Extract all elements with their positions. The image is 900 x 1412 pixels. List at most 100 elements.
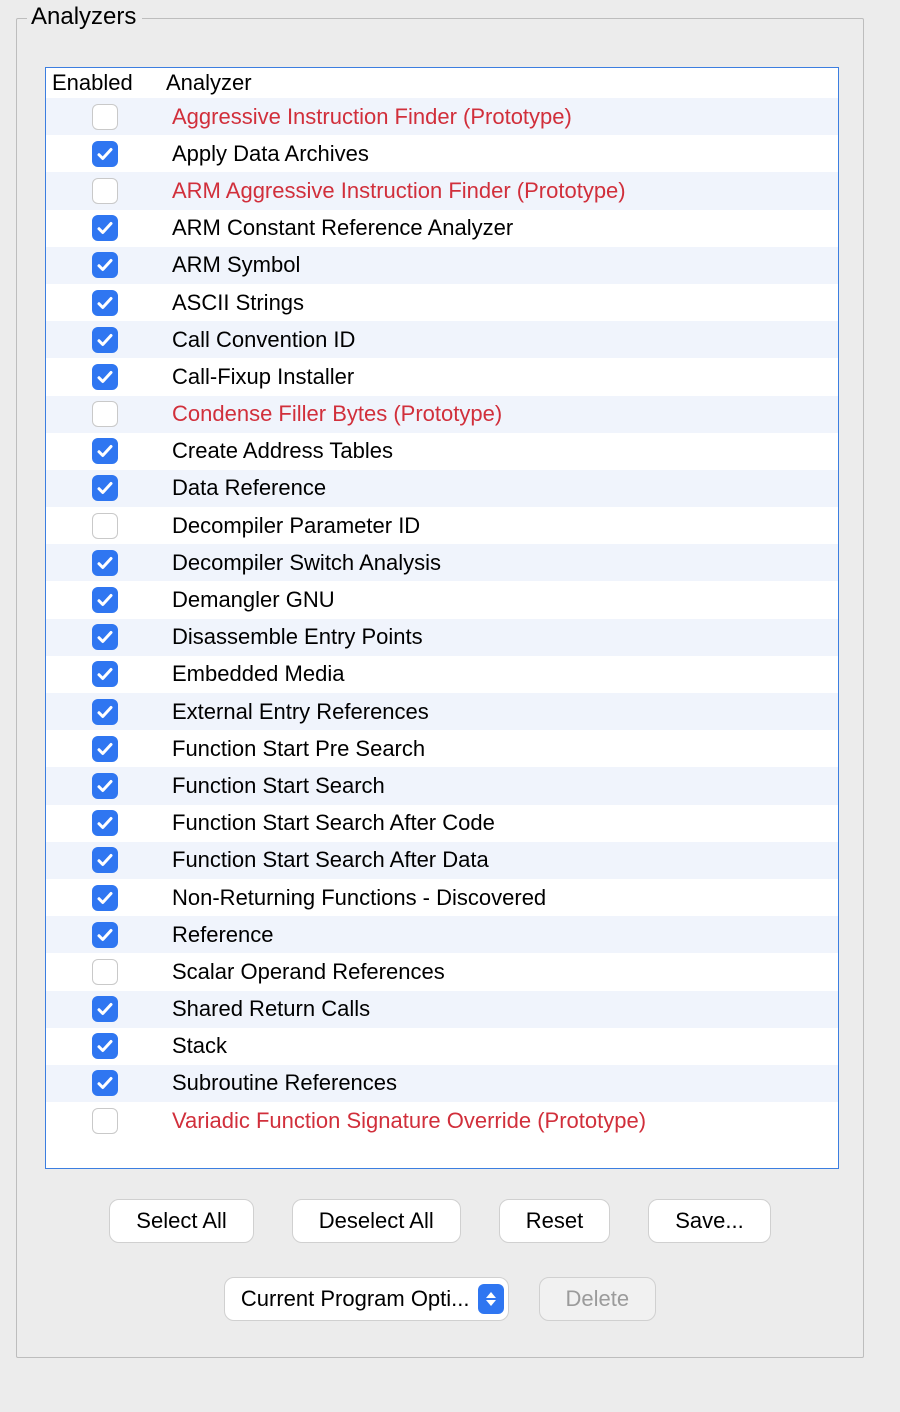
table-row[interactable]: Condense Filler Bytes (Prototype) [46,396,838,433]
table-row[interactable]: Reference [46,916,838,953]
analyzer-name: Scalar Operand References [164,959,838,985]
table-row[interactable]: Call-Fixup Installer [46,358,838,395]
enabled-checkbox[interactable] [92,364,118,390]
table-row[interactable]: ARM Aggressive Instruction Finder (Proto… [46,172,838,209]
table-row[interactable]: Function Start Search After Data [46,842,838,879]
enabled-checkbox[interactable] [92,215,118,241]
table-row[interactable]: Apply Data Archives [46,135,838,172]
deselect-all-button[interactable]: Deselect All [292,1199,461,1243]
enabled-cell [46,438,164,464]
analyzer-name: Function Start Pre Search [164,736,838,762]
enabled-checkbox[interactable] [92,401,118,427]
enabled-checkbox[interactable] [92,699,118,725]
enabled-checkbox[interactable] [92,327,118,353]
analyzer-name: Subroutine References [164,1070,838,1096]
enabled-cell [46,736,164,762]
analyzer-name: ARM Symbol [164,252,838,278]
enabled-checkbox[interactable] [92,624,118,650]
enabled-cell [46,699,164,725]
enabled-checkbox[interactable] [92,661,118,687]
enabled-checkbox[interactable] [92,178,118,204]
enabled-checkbox[interactable] [92,252,118,278]
analyzer-name: Function Start Search After Data [164,847,838,873]
enabled-checkbox[interactable] [92,1070,118,1096]
enabled-checkbox[interactable] [92,141,118,167]
table-row[interactable]: Function Start Pre Search [46,730,838,767]
table-row[interactable]: Embedded Media [46,656,838,693]
table-row[interactable]: Demangler GNU [46,581,838,618]
table-row[interactable]: Disassemble Entry Points [46,619,838,656]
options-combo[interactable]: Current Program Opti... [224,1277,509,1321]
enabled-cell [46,513,164,539]
table-row[interactable]: External Entry References [46,693,838,730]
enabled-checkbox[interactable] [92,922,118,948]
button-row: Select All Deselect All Reset Save... [17,1199,863,1243]
options-row: Current Program Opti... Delete [17,1277,863,1321]
enabled-cell [46,810,164,836]
table-row[interactable]: Variadic Function Signature Override (Pr… [46,1102,838,1139]
table-row[interactable]: Aggressive Instruction Finder (Prototype… [46,98,838,135]
enabled-checkbox[interactable] [92,959,118,985]
reset-button[interactable]: Reset [499,1199,610,1243]
table-row[interactable]: Function Start Search After Code [46,805,838,842]
enabled-cell [46,996,164,1022]
enabled-checkbox[interactable] [92,587,118,613]
table-row[interactable]: Function Start Search [46,767,838,804]
table-row[interactable]: Shared Return Calls [46,991,838,1028]
analyzer-name: Call-Fixup Installer [164,364,838,390]
enabled-cell [46,104,164,130]
enabled-checkbox[interactable] [92,475,118,501]
enabled-checkbox[interactable] [92,104,118,130]
analyzer-name: Apply Data Archives [164,141,838,167]
analyzer-name: Variadic Function Signature Override (Pr… [164,1108,838,1134]
enabled-cell [46,847,164,873]
table-row[interactable]: Create Address Tables [46,433,838,470]
delete-button[interactable]: Delete [539,1277,657,1321]
enabled-checkbox[interactable] [92,885,118,911]
table-row[interactable]: Subroutine References [46,1065,838,1102]
enabled-cell [46,178,164,204]
enabled-cell [46,661,164,687]
enabled-checkbox[interactable] [92,438,118,464]
analyzer-name: Demangler GNU [164,587,838,613]
enabled-checkbox[interactable] [92,810,118,836]
table-row[interactable]: ARM Constant Reference Analyzer [46,210,838,247]
analyzer-name: Create Address Tables [164,438,838,464]
enabled-checkbox[interactable] [92,773,118,799]
table-row[interactable]: Call Convention ID [46,321,838,358]
enabled-checkbox[interactable] [92,736,118,762]
enabled-checkbox[interactable] [92,996,118,1022]
table-row[interactable]: Data Reference [46,470,838,507]
enabled-checkbox[interactable] [92,1033,118,1059]
enabled-cell [46,290,164,316]
enabled-checkbox[interactable] [92,847,118,873]
analyzer-name: ARM Aggressive Instruction Finder (Proto… [164,178,838,204]
select-all-button[interactable]: Select All [109,1199,254,1243]
enabled-checkbox[interactable] [92,290,118,316]
enabled-cell [46,215,164,241]
save-button[interactable]: Save... [648,1199,770,1243]
analyzers-table: Enabled Analyzer Aggressive Instruction … [45,67,839,1169]
analyzer-name: Non-Returning Functions - Discovered [164,885,838,911]
enabled-cell [46,773,164,799]
column-header-enabled[interactable]: Enabled [46,70,164,96]
table-row[interactable]: Stack [46,1028,838,1065]
panel-title: Analyzers [27,3,142,31]
analyzer-name: ASCII Strings [164,290,838,316]
table-row[interactable]: Non-Returning Functions - Discovered [46,879,838,916]
table-row[interactable]: ARM Symbol [46,247,838,284]
enabled-checkbox[interactable] [92,1108,118,1134]
enabled-checkbox[interactable] [92,550,118,576]
column-header-analyzer[interactable]: Analyzer [164,70,838,96]
enabled-cell [46,885,164,911]
table-header: Enabled Analyzer [46,68,838,98]
enabled-checkbox[interactable] [92,513,118,539]
table-row[interactable]: ASCII Strings [46,284,838,321]
table-row[interactable]: Scalar Operand References [46,953,838,990]
table-row[interactable]: Decompiler Switch Analysis [46,544,838,581]
enabled-cell [46,364,164,390]
enabled-cell [46,587,164,613]
analyzer-name: Function Start Search After Code [164,810,838,836]
analyzer-name: Embedded Media [164,661,838,687]
table-row[interactable]: Decompiler Parameter ID [46,507,838,544]
